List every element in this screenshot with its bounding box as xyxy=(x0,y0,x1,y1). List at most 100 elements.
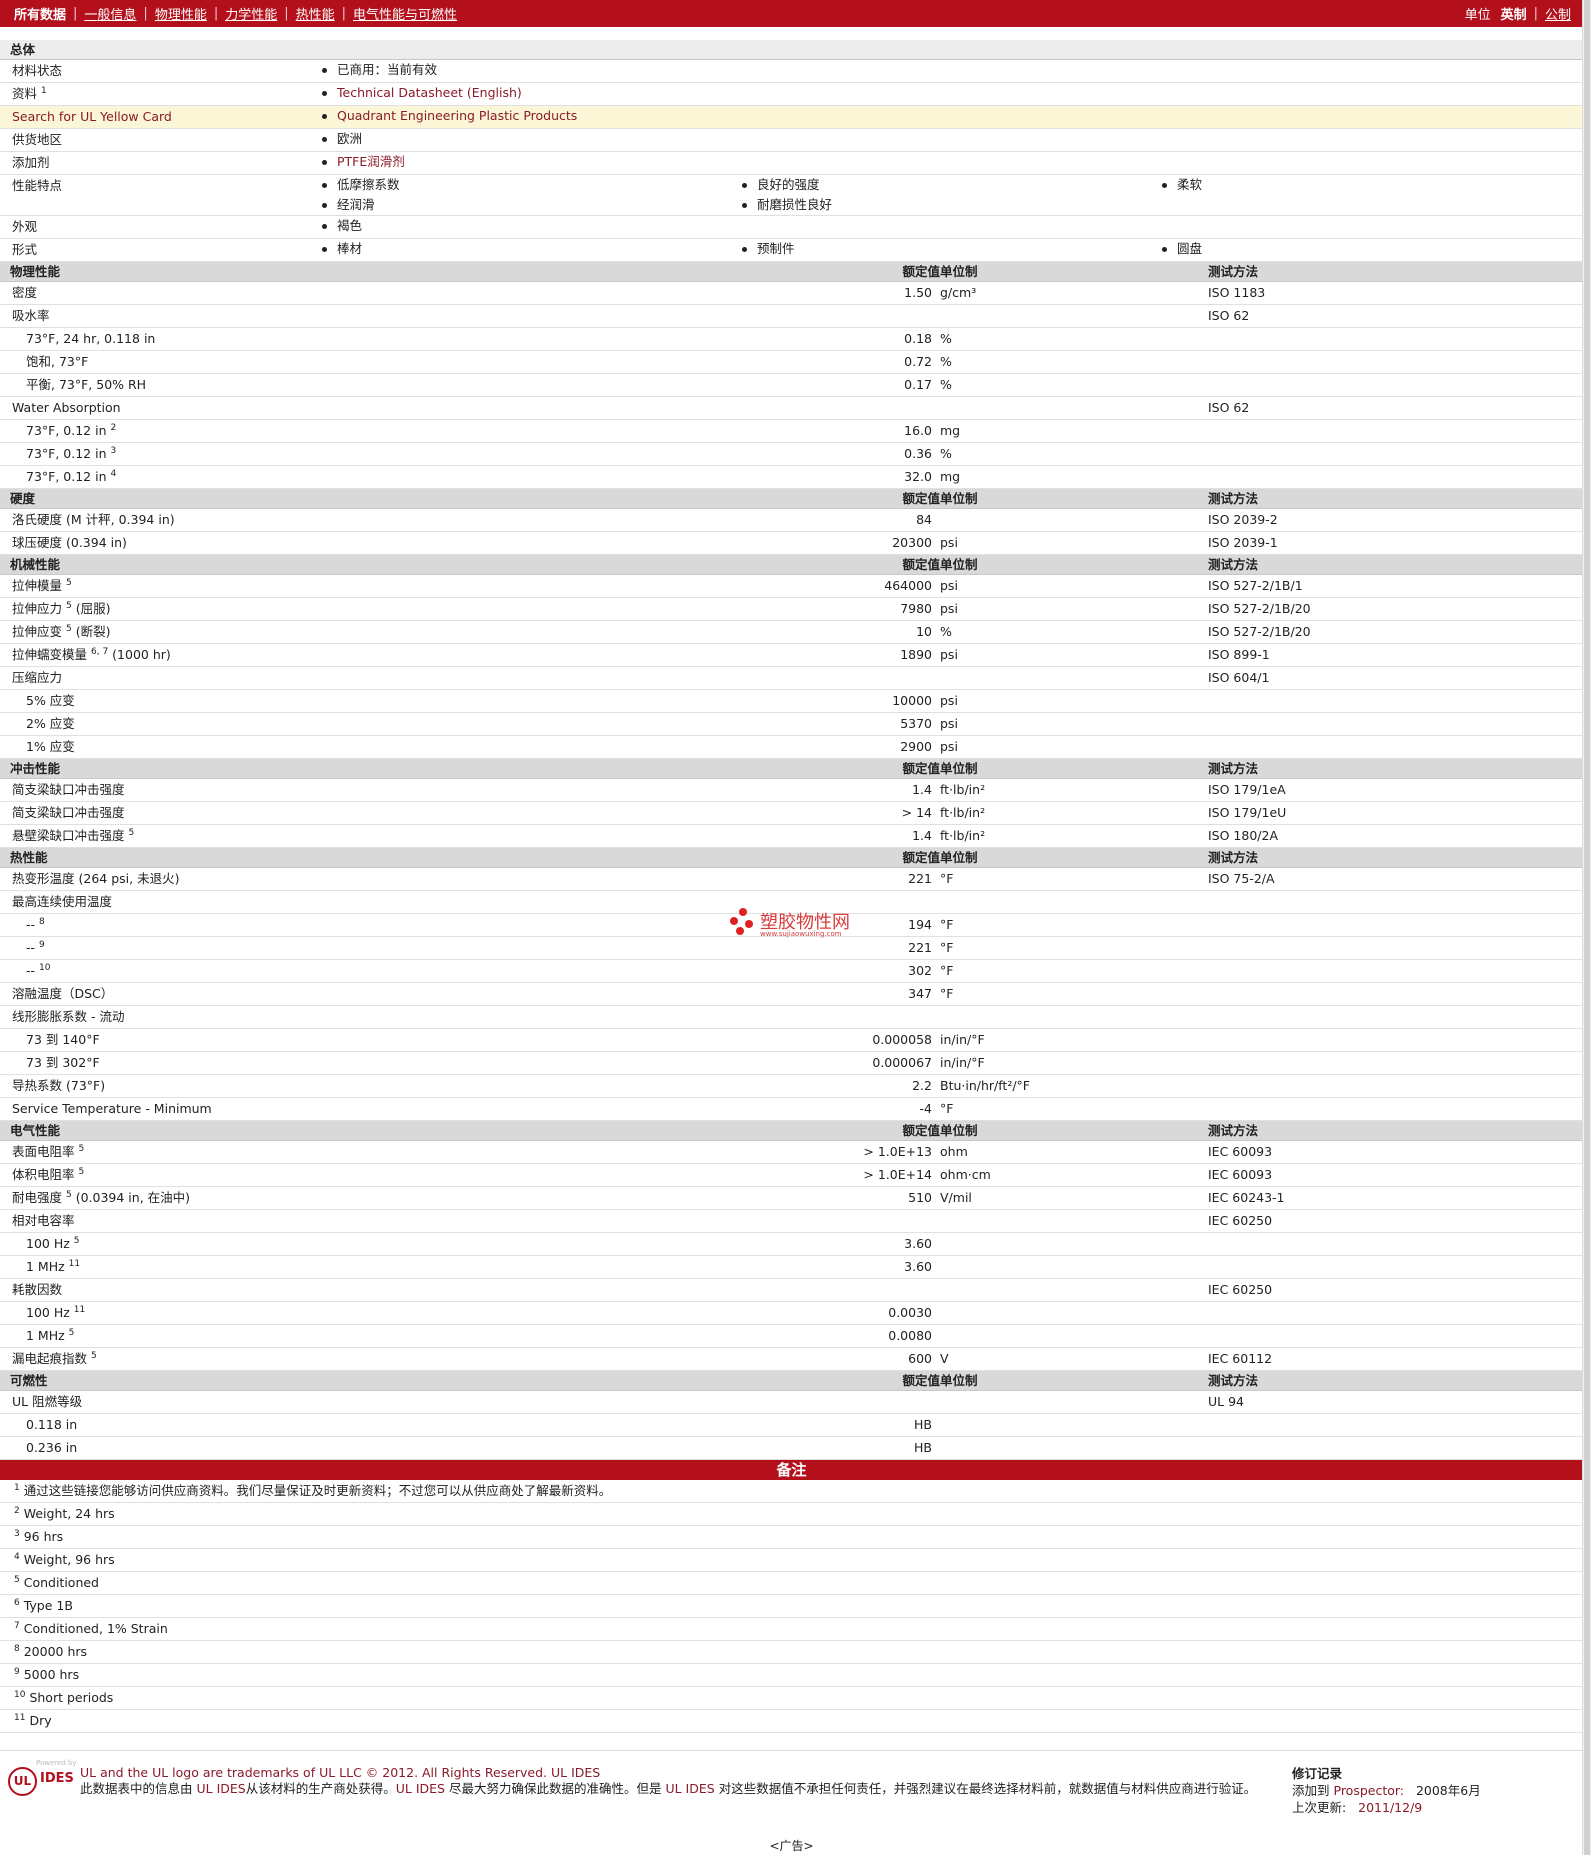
vertical-scrollbar[interactable] xyxy=(1582,0,1591,1855)
property-label: 相对电容率 xyxy=(12,1210,320,1232)
scrollbar-thumb[interactable] xyxy=(1584,0,1590,1855)
nav-tab-thermal[interactable]: 热性能 xyxy=(296,4,335,23)
row-bullets: 已商用：当前有效 xyxy=(320,60,1583,80)
property-name: 73 到 140°F xyxy=(26,1032,100,1047)
property-condition: (73°F) xyxy=(66,1078,106,1093)
bullet-text: 圆盘 xyxy=(1177,241,1203,256)
property-label: Water Absorption xyxy=(12,397,320,419)
technical-datasheet-link[interactable]: Technical Datasheet (English) xyxy=(337,83,522,103)
property-test-method xyxy=(1208,1414,1583,1420)
property-test-method: ISO 527-2/1B/20 xyxy=(1208,624,1311,639)
property-name: 吸水率 xyxy=(12,308,50,323)
row-bullets: Technical Datasheet (English) xyxy=(320,83,1583,103)
bullet-dot xyxy=(1162,246,1167,252)
note-number: 11 xyxy=(14,1712,26,1723)
nav-separator: | xyxy=(73,6,78,21)
property-label: 0.236 in xyxy=(12,1437,320,1459)
row-source: 资料 1 Technical Datasheet (English) xyxy=(0,83,1583,106)
property-unit: psi xyxy=(940,578,958,593)
property-unit xyxy=(940,1256,1100,1262)
property-value: 5370 xyxy=(900,716,932,731)
property-row: 1% 应变 2900 psi xyxy=(0,736,1583,759)
ul-yellow-card-search-link[interactable]: Search for UL Yellow Card xyxy=(12,106,320,128)
property-name: 饱和, 73°F xyxy=(26,354,89,369)
property-test-method xyxy=(1208,374,1583,380)
property-name: Water Absorption xyxy=(12,400,121,415)
property-label: 拉伸应力 5 (屈服) xyxy=(12,598,320,620)
bullet-dot xyxy=(322,90,327,96)
property-value: 464000 xyxy=(884,578,932,593)
supplier-link[interactable]: Quadrant Engineering Plastic Products xyxy=(337,106,577,126)
ul-ides-link[interactable]: UL IDES xyxy=(197,1781,246,1796)
nav-tab-mechanical[interactable]: 力学性能 xyxy=(225,4,277,23)
property-label: -- 10 xyxy=(12,960,320,982)
property-value: 0.000067 xyxy=(872,1055,932,1070)
nav-tab-physical[interactable]: 物理性能 xyxy=(155,4,207,23)
bullet-dot xyxy=(322,136,327,142)
nav-tab-electrical[interactable]: 电气性能与可燃性 xyxy=(353,4,457,23)
nav-tab-general[interactable]: 一般信息 xyxy=(84,4,136,23)
ul-ides-link[interactable]: UL IDES xyxy=(665,1781,714,1796)
prospector-link[interactable]: Prospector: xyxy=(1334,1783,1405,1798)
header-test-method: 测试方法 xyxy=(1208,1123,1259,1138)
property-label: 表面电阻率 5 xyxy=(12,1141,320,1163)
bullet-item: 褐色 xyxy=(320,216,740,236)
property-unit xyxy=(940,1302,1100,1308)
property-name: 73°F, 0.12 in xyxy=(26,469,107,484)
property-name: 线形膨胀系数 - 流动 xyxy=(12,1009,125,1024)
footnote-ref: 5 xyxy=(91,1350,97,1361)
property-row: 简支梁缺口冲击强度 > 14 ft·lb/in² ISO 179/1eU xyxy=(0,802,1583,825)
property-test-method: ISO 527-2/1B/1 xyxy=(1208,578,1303,593)
property-value: 3.60 xyxy=(904,1259,932,1274)
property-value: 16.0 xyxy=(904,423,932,438)
additive-link[interactable]: PTFE润滑剂 xyxy=(337,152,405,172)
row-bullets: 低摩擦系数 良好的强度 柔软 经润滑 耐磨损性良好 xyxy=(320,175,1583,215)
property-row: 线形膨胀系数 - 流动 xyxy=(0,1006,1583,1029)
bullet-item: PTFE润滑剂 xyxy=(320,152,740,172)
property-label: -- 9 xyxy=(12,937,320,959)
property-test-method: ISO 62 xyxy=(1208,400,1250,415)
bullet-dot xyxy=(742,202,747,208)
property-value: 32.0 xyxy=(904,469,932,484)
footnote-ref: 11 xyxy=(73,1304,86,1315)
property-label: 0.118 in xyxy=(12,1414,320,1436)
property-row: UL 阻燃等级 UL 94 xyxy=(0,1391,1583,1414)
note-number: 7 xyxy=(14,1620,20,1631)
property-test-method xyxy=(1208,1256,1583,1262)
bullet-item: 棒材 xyxy=(320,239,740,259)
property-condition: (屈服) xyxy=(75,601,111,616)
property-value xyxy=(740,397,940,403)
datasheet-page: 所有数据 | 一般信息 | 物理性能 | 力学性能 | 热性能 | 电气性能与可… xyxy=(0,0,1583,1855)
ul-ides-link[interactable]: UL IDES xyxy=(396,1781,445,1796)
property-row: 表面电阻率 5 > 1.0E+13 ohm IEC 60093 xyxy=(0,1141,1583,1164)
property-row: 0.118 in HB xyxy=(0,1414,1583,1437)
unit-switcher: 单位 英制 | 公制 xyxy=(1465,4,1583,23)
note-text: Conditioned, 1% Strain xyxy=(23,1621,168,1636)
note-item: 7 Conditioned, 1% Strain xyxy=(0,1618,1583,1641)
property-unit: psi xyxy=(940,739,958,754)
note-item: 9 5000 hrs xyxy=(0,1664,1583,1687)
property-unit xyxy=(940,1437,1100,1443)
header-value: 额定值 xyxy=(902,761,940,776)
property-condition: (0.394 in) xyxy=(66,535,127,550)
property-unit: psi xyxy=(940,647,958,662)
header-test-method: 测试方法 xyxy=(1208,1373,1259,1388)
header-value: 额定值 xyxy=(902,557,940,572)
property-test-method xyxy=(1208,1325,1583,1331)
units-label: 单位 xyxy=(1464,8,1491,23)
property-test-method: ISO 62 xyxy=(1208,308,1250,323)
property-label: 100 Hz 11 xyxy=(12,1302,320,1324)
unit-metric-link[interactable]: 公制 xyxy=(1545,4,1571,23)
property-unit xyxy=(940,305,1100,311)
property-test-method xyxy=(1208,1437,1583,1443)
nav-all-data[interactable]: 所有数据 xyxy=(14,4,66,23)
section-header-general: 总体 xyxy=(0,40,1583,60)
property-unit: °F xyxy=(940,871,954,886)
footnote-ref: 5 xyxy=(66,623,72,634)
property-name: 相对电容率 xyxy=(12,1213,75,1228)
unit-imperial[interactable]: 英制 xyxy=(1501,4,1527,23)
property-row: 73°F, 0.12 in 2 16.0 mg xyxy=(0,420,1583,443)
property-unit: % xyxy=(940,446,952,461)
bullet-dot xyxy=(322,202,327,208)
property-row: 洛氏硬度 (M 计秤, 0.394 in) 84 ISO 2039-2 xyxy=(0,509,1583,532)
